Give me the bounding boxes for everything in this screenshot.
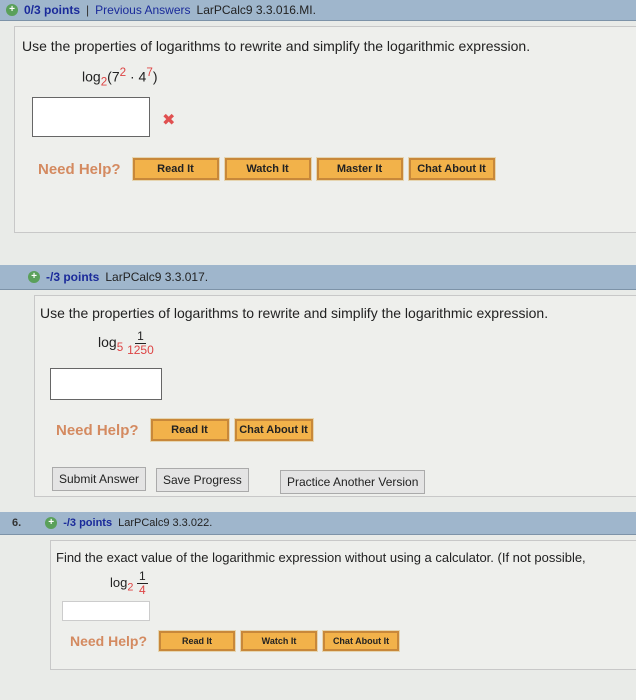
question-code: LarPCalc9 3.3.022. — [118, 517, 213, 529]
need-help-label: Need Help? — [70, 633, 148, 649]
expr-part: · 4 — [126, 68, 147, 85]
answer-input[interactable] — [50, 368, 162, 400]
points: 0/3 points — [24, 3, 81, 17]
log: log — [82, 68, 101, 85]
answer-input[interactable] — [32, 97, 150, 137]
submit-answer-button[interactable]: Submit Answer — [52, 467, 147, 491]
numerator: 1 — [135, 329, 146, 344]
practice-another-version-button[interactable]: Practice Another Version — [280, 470, 426, 494]
read-it-button[interactable]: Read It — [131, 157, 220, 181]
points: -/3 points — [46, 270, 100, 284]
incorrect-icon: ✖ — [162, 112, 176, 129]
watch-it-button[interactable]: Watch It — [240, 630, 319, 652]
base: 5 — [116, 341, 124, 354]
expr-part: (7 — [107, 68, 120, 85]
need-help-label: Need Help? — [56, 421, 139, 439]
points: -/3 points — [63, 517, 113, 529]
expand-icon[interactable]: + — [28, 271, 40, 283]
chat-about-it-button[interactable]: Chat About It — [407, 157, 496, 181]
expand-icon[interactable]: + — [45, 517, 58, 529]
chat-about-it-button[interactable]: Chat About It — [322, 630, 401, 652]
fraction: 14 — [137, 570, 148, 597]
need-help: Need Help? Read It Watch It Master It Ch… — [38, 157, 496, 181]
answer-input[interactable] — [62, 601, 150, 621]
log: log — [110, 574, 128, 590]
question-header: 6. + -/3 points LarPCalc9 3.3.022. — [0, 512, 636, 535]
need-help: Need Help? Read It Watch It Chat About I… — [70, 630, 401, 652]
need-help-label: Need Help? — [38, 160, 121, 178]
question-text: Find the exact value of the logarithmic … — [56, 550, 586, 565]
question-text: Use the properties of logarithms to rewr… — [22, 38, 531, 54]
read-it-button[interactable]: Read It — [158, 630, 237, 652]
question-text: Use the properties of logarithms to rewr… — [40, 305, 549, 321]
fraction: 1 1250 — [127, 330, 154, 357]
read-it-button[interactable]: Read It — [149, 418, 230, 442]
denominator: 1250 — [127, 343, 154, 357]
master-it-button[interactable]: Master It — [315, 157, 404, 181]
numerator: 1 — [137, 569, 148, 584]
need-help: Need Help? Read It Chat About It — [56, 418, 314, 442]
question-code: LarPCalc9 3.3.017. — [105, 270, 209, 284]
watch-it-button[interactable]: Watch It — [223, 157, 312, 181]
expression: log5 1 1250 — [98, 330, 154, 357]
expand-icon[interactable]: + — [6, 4, 18, 16]
question-number: 6. — [12, 517, 22, 529]
expression: log2 14 — [110, 570, 148, 597]
separator: | — [86, 3, 90, 17]
question-header: + -/3 points LarPCalc9 3.3.017. — [0, 265, 636, 290]
base: 2 — [127, 581, 134, 594]
denominator: 4 — [139, 583, 146, 597]
chat-about-it-button[interactable]: Chat About It — [233, 418, 314, 442]
previous-answers-link[interactable]: Previous Answers — [95, 3, 190, 17]
question-header: + 0/3 points | Previous Answers LarPCalc… — [0, 0, 636, 21]
question-code: LarPCalc9 3.3.016.MI. — [196, 3, 316, 17]
expr-part: ) — [152, 68, 158, 85]
save-progress-button[interactable]: Save Progress — [156, 468, 249, 492]
expression: log2(72 · 47) — [82, 66, 158, 88]
log: log — [98, 334, 117, 351]
